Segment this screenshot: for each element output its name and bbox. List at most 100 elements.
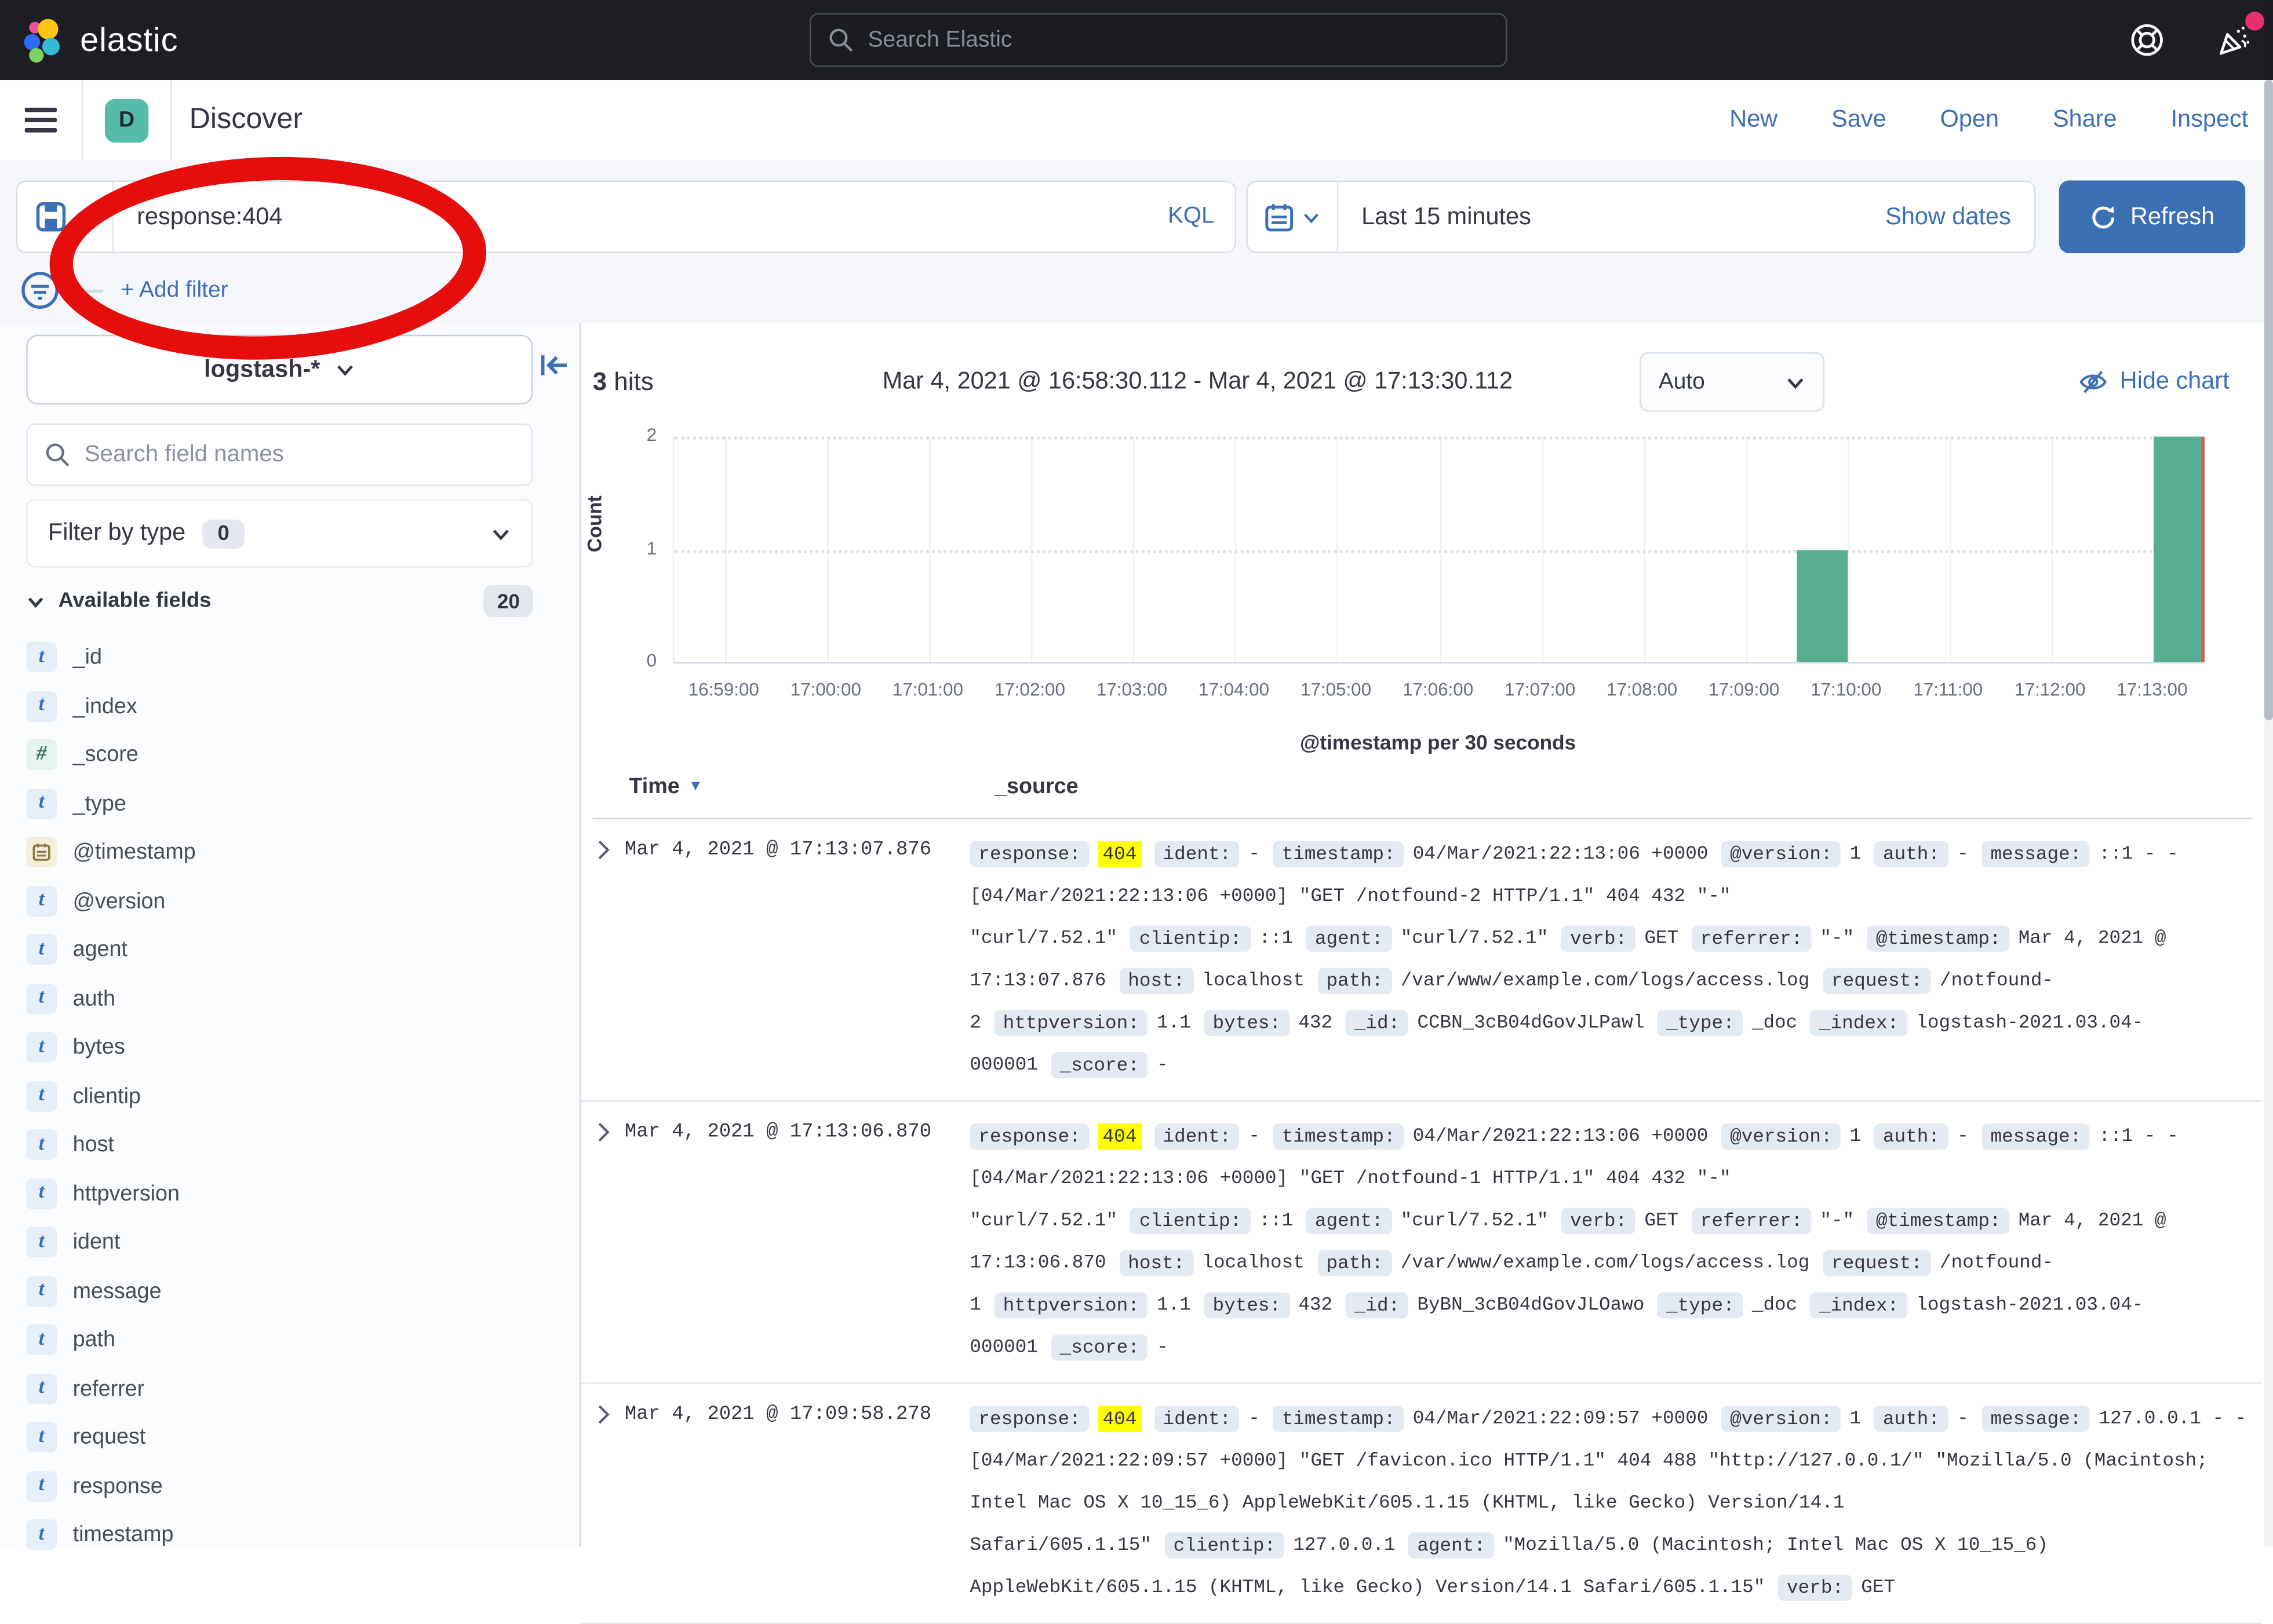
source-field-value: - [1248,842,1260,864]
query-language-button[interactable]: KQL [1168,204,1214,230]
source-field-name: host: [1119,967,1193,993]
inspect-button[interactable]: Inspect [2171,106,2249,134]
query-input[interactable]: response:404 [137,203,1168,231]
source-field-value: "curl/7.52.1" [1401,1209,1549,1231]
news-feed-button[interactable] [2214,21,2252,59]
source-field-name: host: [1119,1249,1193,1275]
field-item-request[interactable]: trequest [26,1413,580,1462]
collapse-sidebar-icon[interactable] [539,349,571,381]
field-name: request [73,1425,146,1450]
field-search-input[interactable]: Search field names [26,424,533,486]
query-bar[interactable]: response:404 KQL [16,180,1236,253]
field-item-bytes[interactable]: tbytes [26,1023,580,1072]
field-item-ident[interactable]: tident [26,1218,580,1267]
field-item-path[interactable]: tpath [26,1316,580,1364]
chart-plot-area[interactable] [673,437,2205,664]
time-range-value[interactable]: Last 15 minutes [1361,203,1885,231]
text-field-type-icon: t [26,935,57,965]
menu-icon[interactable] [25,101,57,139]
field-item-timestamp[interactable]: ttimestamp [26,1510,580,1559]
global-header: elastic Search Elastic [0,0,2273,80]
column-header-time[interactable]: Time ▼ [629,774,702,799]
field-item-clientip[interactable]: t clientip [26,1072,580,1121]
saved-query-menu-button[interactable] [17,201,112,233]
query-strip: response:404 KQL Last 15 minutes Show da… [0,160,2273,324]
histogram-bar[interactable] [2154,437,2205,662]
text-field-type-icon: t [26,1081,57,1112]
x-tick-label: 17:10:00 [1811,680,1881,700]
available-fields-header[interactable]: Available fields 20 [26,583,533,618]
elastic-logo[interactable]: elastic [20,17,178,63]
new-button[interactable]: New [1729,106,1777,134]
field-name: @version [73,889,166,914]
source-field-name: clientip: [1165,1532,1285,1558]
x-tick-label: 17:05:00 [1301,680,1371,700]
field-item-@version[interactable]: t@version [26,877,580,925]
field-item-auth[interactable]: tauth [26,975,580,1023]
field-item-response[interactable]: tresponse [26,1462,580,1510]
histogram-chart[interactable]: Count @timestamp per 30 seconds 16:59:00… [581,410,2270,774]
field-item-agent[interactable]: tagent [26,925,580,974]
x-tick-label: 17:00:00 [791,680,861,700]
field-item-_type[interactable]: t_type [26,779,580,828]
date-picker[interactable]: Last 15 minutes Show dates [1247,180,2036,253]
source-field-name: agent: [1306,925,1392,951]
text-field-type-icon: t [26,1324,57,1355]
text-field-type-icon: t [26,1178,57,1209]
field-name: path [73,1327,115,1352]
refresh-button[interactable]: Refresh [2059,180,2246,253]
source-field-name: message: [1981,841,2090,867]
open-button[interactable]: Open [1940,106,1999,134]
source-field-name: timestamp: [1273,841,1404,867]
global-search-input[interactable]: Search Elastic [810,13,1507,67]
scrollbar[interactable] [2264,0,2273,1547]
x-tick-label: 17:02:00 [995,680,1065,700]
field-item-_index[interactable]: t_index [26,682,580,731]
expand-row-icon[interactable] [596,840,625,1085]
field-item-@timestamp[interactable]: @timestamp [26,828,580,877]
field-name: clientip [73,1084,141,1109]
app-nav-bar: D Discover New Save Open Share Inspect [0,80,2273,162]
help-icon[interactable] [2129,22,2165,59]
expand-row-icon[interactable] [596,1122,625,1368]
chevron-down-icon [335,359,355,379]
field-item-host[interactable]: thost [26,1121,580,1169]
index-pattern-selector[interactable]: logstash-* [26,335,533,405]
source-field-name: ident: [1154,1123,1240,1149]
scrollbar-thumb[interactable] [2264,80,2273,720]
source-field-name: bytes: [1204,1009,1290,1035]
show-dates-button[interactable]: Show dates [1885,203,2011,231]
chevron-down-icon [1785,372,1805,392]
source-field-value: 404 [1098,1123,1141,1149]
source-field-name: path: [1317,967,1392,993]
histogram-bar[interactable] [1797,549,1848,662]
field-item-referrer[interactable]: treferrer [26,1364,580,1413]
filter-menu-icon[interactable] [20,271,60,310]
field-item-httpversion[interactable]: thttpversion [26,1169,580,1218]
chevron-down-icon [1302,207,1321,227]
field-item-_id[interactable]: t_id [26,633,580,682]
refresh-label: Refresh [2130,203,2214,231]
source-field-name: _score: [1051,1334,1148,1360]
filter-by-type-dropdown[interactable]: Filter by type 0 [26,499,533,568]
app-badge[interactable]: D [105,98,148,142]
field-item-message[interactable]: tmessage [26,1267,580,1315]
share-button[interactable]: Share [2053,106,2117,134]
interval-select[interactable]: Auto [1640,352,1824,412]
source-field-name: response: [970,1123,1090,1149]
x-tick-label: 17:06:00 [1403,680,1473,700]
y-tick-label: 2 [593,425,657,445]
refresh-icon [2090,203,2118,231]
hide-chart-button[interactable]: Hide chart [2079,367,2229,395]
date-quick-menu-button[interactable] [1248,202,1336,232]
source-field-name: httpversion: [995,1291,1148,1318]
add-filter-button[interactable]: + Add filter [121,277,228,303]
field-name: response [73,1474,163,1499]
save-button[interactable]: Save [1831,106,1886,134]
expand-row-icon[interactable] [596,1404,625,1608]
field-item-_score[interactable]: #_score [26,731,580,779]
source-field-value: ::1 [1259,1209,1293,1231]
table-row: Mar 4, 2021 @ 17:13:07.876response:404id… [581,819,2261,1101]
source-field-name: httpversion: [995,1009,1148,1035]
x-tick-label: 17:03:00 [1097,680,1167,700]
